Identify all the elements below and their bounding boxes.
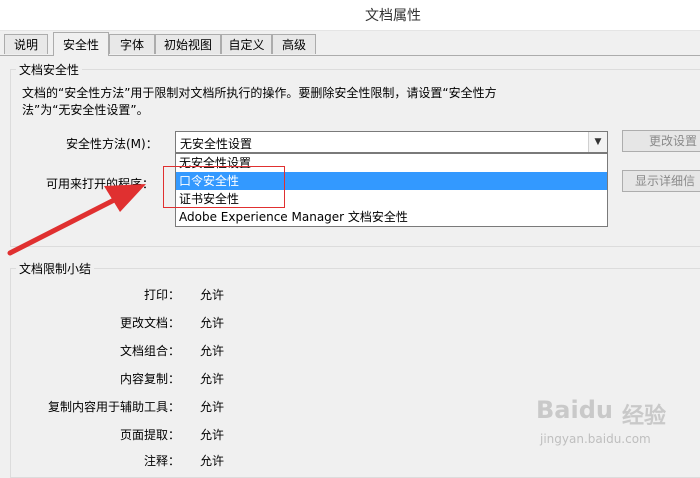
watermark-suffix: 经验: [622, 404, 667, 429]
annotation-arrow-icon: [7, 184, 146, 256]
baidu-watermark-logo: Baidu 经验 jingyan.baidu.com: [536, 394, 696, 454]
watermark-url: jingyan.baidu.com: [540, 432, 651, 446]
watermark-brand: Baidu: [536, 396, 613, 424]
